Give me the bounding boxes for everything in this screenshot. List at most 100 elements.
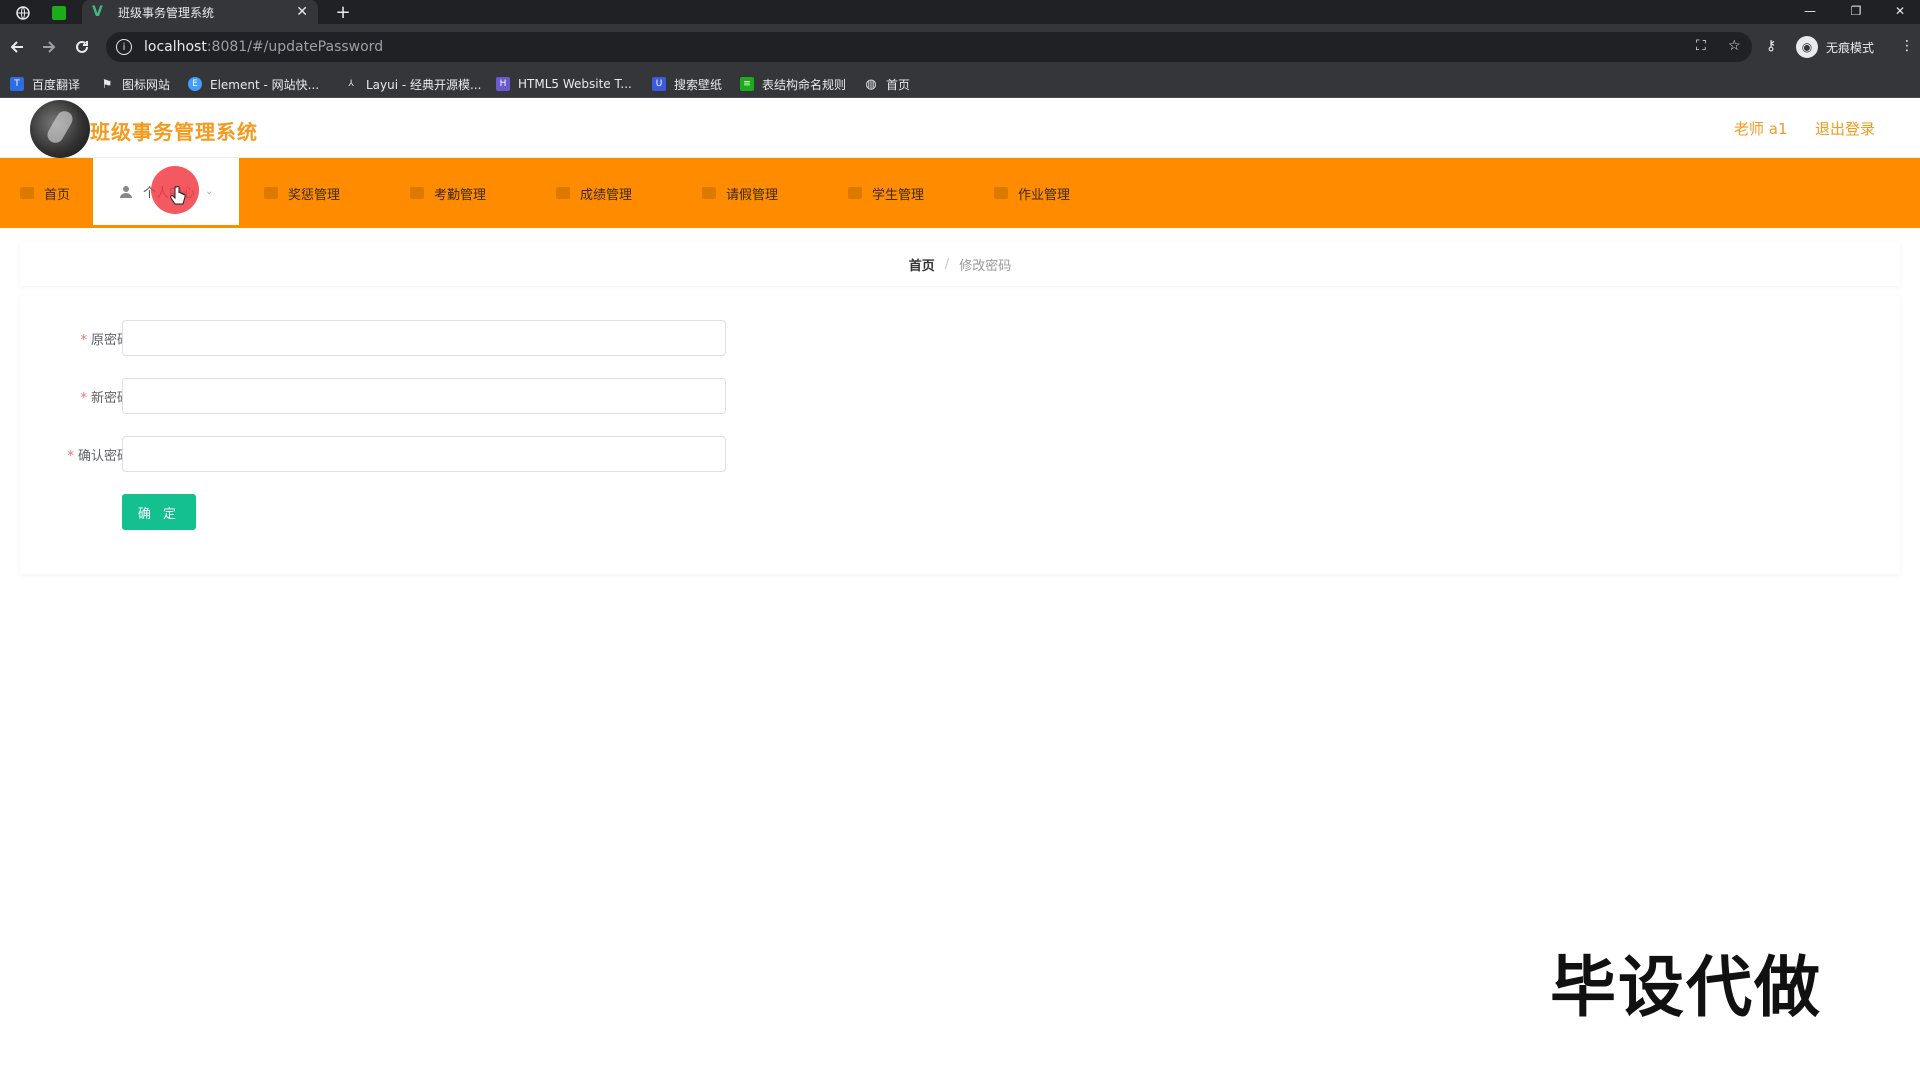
breadcrumb: 首页 / 修改密码 bbox=[20, 242, 1900, 286]
confirm-password-row: * 确认密码 bbox=[20, 436, 820, 472]
user-icon bbox=[120, 185, 132, 198]
globe-icon bbox=[16, 6, 30, 20]
incognito-profile[interactable]: ◉ 无痕模式 bbox=[1796, 34, 1874, 60]
menu-item-attendance[interactable]: 考勤管理 bbox=[410, 158, 486, 228]
tab-close-icon[interactable]: ✕ bbox=[296, 4, 308, 20]
active-browser-tab[interactable]: V 班级事务管理系统 ✕ bbox=[82, 0, 318, 24]
new-password-row: * 新密码 bbox=[20, 378, 820, 414]
confirm-password-field[interactable] bbox=[122, 436, 726, 472]
restore-button[interactable]: ❐ bbox=[1836, 0, 1876, 22]
watermark-text: 毕设代做 bbox=[1550, 949, 1822, 1026]
url-path: :8081/#/updatePassword bbox=[206, 39, 384, 55]
menu-item-label: 奖惩管理 bbox=[288, 187, 341, 203]
wallpaper-icon: U bbox=[652, 77, 666, 91]
bookmark-item[interactable]: ◍ 首页 bbox=[864, 76, 910, 92]
menu-item-leave[interactable]: 请假管理 bbox=[702, 158, 778, 228]
tab-title: 班级事务管理系统 bbox=[118, 5, 215, 20]
window-close-button[interactable]: ✕ bbox=[1880, 0, 1920, 22]
menu-item-label: 作业管理 bbox=[1018, 187, 1071, 203]
bookmark-item[interactable]: H HTML5 Website T... bbox=[496, 76, 632, 92]
vue-logo-icon: V bbox=[92, 4, 103, 20]
change-password-form: * 原密码 * 新密码 * 确认密码 确 定 bbox=[20, 296, 1900, 574]
pinned-tab-globe[interactable] bbox=[8, 2, 38, 24]
pinned-tab-sheet[interactable] bbox=[44, 2, 74, 24]
bookmark-star-icon[interactable]: ☆ bbox=[1728, 38, 1741, 54]
menu-item-homework[interactable]: 作业管理 bbox=[994, 158, 1070, 228]
current-user: 老师 a1 bbox=[1734, 120, 1788, 138]
student-icon bbox=[848, 187, 862, 199]
forward-button[interactable] bbox=[38, 36, 60, 58]
password-key-icon[interactable]: ⚷ bbox=[1766, 38, 1776, 54]
profile-label: 无痕模式 bbox=[1826, 40, 1875, 55]
menu-item-label: 成绩管理 bbox=[580, 187, 633, 203]
breadcrumb-home[interactable]: 首页 bbox=[909, 255, 935, 274]
url-host: localhost bbox=[144, 39, 207, 55]
app-title: 班级事务管理系统 bbox=[90, 120, 258, 144]
hand-cursor-icon bbox=[170, 186, 186, 205]
old-password-field[interactable] bbox=[122, 320, 726, 356]
browser-menu-icon[interactable]: ⋮ bbox=[1900, 38, 1914, 54]
forward-arrow-icon bbox=[43, 41, 56, 53]
menu-item-students[interactable]: 学生管理 bbox=[848, 158, 924, 228]
app-header: 班级事务管理系统 老师 a1 退出登录 bbox=[0, 98, 1920, 158]
homework-icon bbox=[994, 187, 1008, 199]
bookmark-label: 搜索壁纸 bbox=[674, 77, 723, 92]
reload-button[interactable] bbox=[71, 36, 93, 58]
new-tab-button[interactable]: + bbox=[330, 0, 356, 24]
logout-link[interactable]: 退出登录 bbox=[1815, 118, 1875, 139]
attendance-icon bbox=[410, 187, 424, 199]
sheet-icon: ≡ bbox=[740, 77, 754, 91]
bookmark-label: 首页 bbox=[886, 77, 911, 92]
incognito-icon: ◉ bbox=[1796, 36, 1818, 58]
back-arrow-icon bbox=[10, 41, 23, 53]
award-icon bbox=[264, 187, 278, 199]
bookmark-item[interactable]: T 百度翻译 bbox=[10, 76, 80, 92]
globe-icon: ◍ bbox=[865, 76, 877, 92]
grade-icon bbox=[556, 187, 570, 199]
html5-icon: H bbox=[496, 77, 510, 91]
bookmarks-bar: T 百度翻译 ⚑ 图标网站 E Element - 网站快... ⅄ Layui - 经… bbox=[0, 70, 1920, 98]
address-bar[interactable]: i localhost:8081/#/updatePassword bbox=[106, 32, 1752, 62]
browser-tab-strip: V 班级事务管理系统 ✕ + — ❐ ✕ bbox=[0, 0, 1920, 24]
bookmark-label: Element - 网站快... bbox=[210, 77, 320, 92]
reload-icon bbox=[76, 40, 88, 53]
layui-icon: ⅄ bbox=[348, 79, 354, 89]
home-icon bbox=[20, 187, 34, 199]
menu-item-label: 考勤管理 bbox=[434, 187, 487, 203]
bookmark-label: 表结构命名规则 bbox=[762, 77, 847, 92]
flag-icon: ⚑ bbox=[101, 77, 113, 91]
main-menu-bar: 首页 个人中心 ⌄ 奖惩管理 考勤管理 成绩管理 请假管理 学生管理 作业管理 bbox=[0, 158, 1920, 228]
site-info-icon[interactable]: i bbox=[116, 39, 132, 55]
new-password-field[interactable] bbox=[122, 378, 726, 414]
bookmark-item[interactable]: U 搜索壁纸 bbox=[652, 76, 722, 92]
bookmark-item[interactable]: ⚑ 图标网站 bbox=[100, 76, 170, 92]
back-button[interactable] bbox=[6, 36, 28, 58]
required-mark: * bbox=[80, 333, 87, 348]
translate-icon: T bbox=[10, 77, 24, 91]
bookmark-item[interactable]: ≡ 表结构命名规则 bbox=[740, 76, 846, 92]
bookmark-label: Layui - 经典开源模... bbox=[366, 77, 482, 92]
breadcrumb-separator: / bbox=[944, 256, 950, 272]
element-icon: E bbox=[188, 77, 202, 91]
minimize-button[interactable]: — bbox=[1790, 0, 1830, 22]
chevron-down-icon: ⌄ bbox=[205, 186, 214, 197]
app-logo bbox=[30, 100, 90, 158]
confirm-button[interactable]: 确 定 bbox=[122, 494, 196, 530]
menu-item-label: 学生管理 bbox=[872, 187, 925, 203]
browser-toolbar: i localhost:8081/#/updatePassword ⛶ ☆ ⚷ … bbox=[0, 24, 1920, 70]
bookmark-label: 图标网站 bbox=[122, 77, 171, 92]
breadcrumb-current: 修改密码 bbox=[959, 258, 1012, 274]
translate-page-icon[interactable]: ⛶ bbox=[1696, 38, 1706, 54]
menu-item-label: 首页 bbox=[44, 187, 71, 203]
required-mark: * bbox=[80, 391, 87, 406]
menu-item-grades[interactable]: 成绩管理 bbox=[556, 158, 632, 228]
required-mark: * bbox=[67, 449, 74, 464]
leave-icon bbox=[702, 187, 716, 199]
menu-item-home[interactable]: 首页 bbox=[20, 158, 70, 228]
bookmark-label: HTML5 Website T... bbox=[518, 77, 632, 91]
menu-item-rewards[interactable]: 奖惩管理 bbox=[264, 158, 340, 228]
bookmark-item[interactable]: E Element - 网站快... bbox=[188, 76, 319, 92]
bookmark-label: 百度翻译 bbox=[32, 77, 81, 92]
bookmark-item[interactable]: ⅄ Layui - 经典开源模... bbox=[344, 76, 481, 92]
menu-item-label: 请假管理 bbox=[726, 187, 779, 203]
